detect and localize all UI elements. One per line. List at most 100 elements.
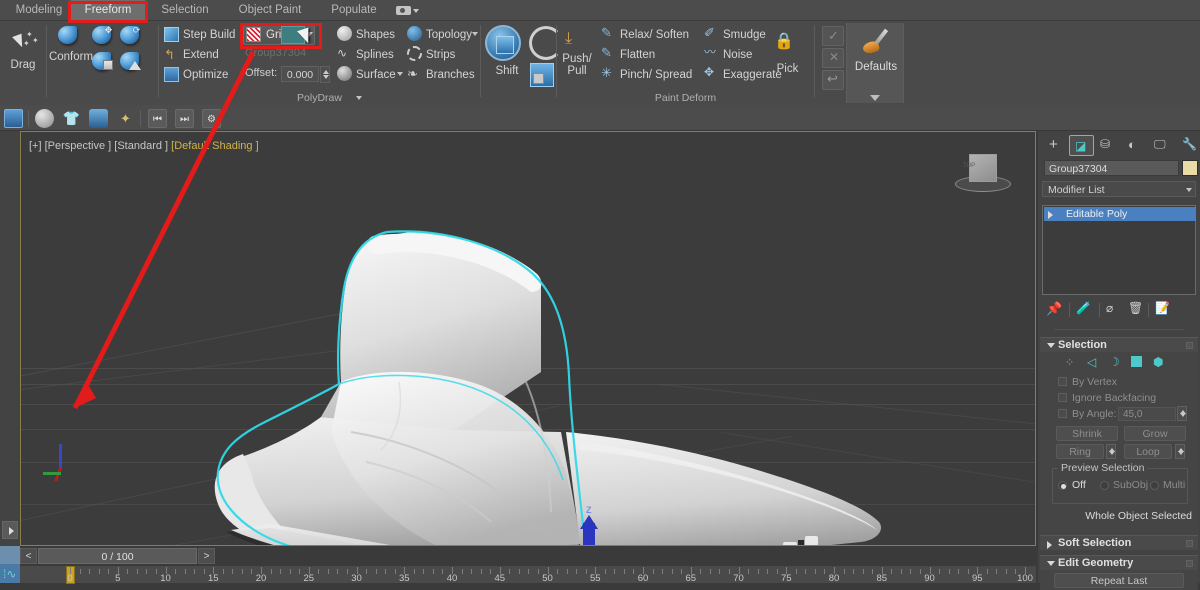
- modifier-stack-item[interactable]: Editable Poly: [1044, 207, 1196, 221]
- modifier-list-caret[interactable]: [1186, 188, 1192, 192]
- grow-button[interactable]: Grow: [1124, 426, 1186, 441]
- conform-move-icon[interactable]: ✥: [91, 25, 114, 46]
- modifier-expand-arrow[interactable]: [1048, 211, 1053, 219]
- sphere-tool-icon[interactable]: [35, 109, 54, 128]
- curve-editor-icon[interactable]: ⁞∿: [0, 565, 20, 583]
- ignore-backfacing-checkbox[interactable]: [1058, 393, 1067, 402]
- surface-item[interactable]: Surface: [356, 65, 396, 85]
- hierarchy-tab[interactable]: ⛁: [1096, 135, 1121, 156]
- display-tab[interactable]: 🖵: [1150, 135, 1175, 156]
- topology-item[interactable]: Topology: [426, 25, 472, 45]
- cancel-button[interactable]: ✕: [822, 48, 844, 68]
- pin-stack-icon[interactable]: 📌: [1046, 301, 1064, 319]
- scene-explorer-icon[interactable]: [4, 109, 23, 128]
- rollout-selection-triangle[interactable]: [1047, 343, 1055, 348]
- tab-freeform[interactable]: Freeform: [70, 0, 146, 21]
- rollout-soft-selection-dot[interactable]: [1186, 540, 1193, 547]
- shift-icon[interactable]: [485, 25, 521, 61]
- by-angle-input[interactable]: 45,0: [1118, 407, 1176, 421]
- by-vertex-checkbox[interactable]: [1058, 377, 1067, 386]
- element-icon[interactable]: ⬢: [1153, 355, 1170, 371]
- rollout-edit-geometry-dot[interactable]: [1186, 560, 1193, 567]
- tab-modeling[interactable]: Modeling: [8, 0, 70, 21]
- rollout-selection-header[interactable]: Selection: [1040, 337, 1198, 352]
- optimize-item[interactable]: Optimize: [183, 65, 228, 85]
- vertex-icon[interactable]: ⁘: [1065, 356, 1082, 372]
- pinch-spread-item[interactable]: Pinch/ Spread: [620, 65, 692, 85]
- by-angle-checkbox[interactable]: [1058, 409, 1067, 418]
- rollout-edit-geometry-triangle[interactable]: [1047, 561, 1055, 566]
- strips-item[interactable]: Strips: [426, 45, 455, 65]
- polygon-icon[interactable]: [1131, 356, 1142, 367]
- border-icon[interactable]: ☽: [1109, 355, 1126, 371]
- loop-spinner[interactable]: [1175, 444, 1185, 459]
- particle-tool-icon[interactable]: ✦: [116, 109, 135, 128]
- shoe-model[interactable]: [21, 132, 1036, 546]
- preview-subobj-radio[interactable]: [1100, 481, 1109, 490]
- camera-tool-icon[interactable]: [89, 109, 108, 128]
- conform-push-icon[interactable]: [119, 51, 142, 72]
- noise-item[interactable]: Noise: [723, 45, 752, 65]
- utilities-tab[interactable]: 🔧: [1177, 135, 1200, 156]
- remove-modifier-icon[interactable]: 🗑: [1128, 301, 1146, 319]
- motion-tab[interactable]: ◐: [1123, 135, 1148, 156]
- next-frame-button[interactable]: >: [198, 548, 215, 564]
- camera-icon[interactable]: [396, 4, 419, 17]
- show-end-result-icon[interactable]: 🧪: [1076, 301, 1094, 319]
- modifier-stack[interactable]: Editable Poly: [1042, 205, 1196, 295]
- offset-spinner[interactable]: [320, 66, 330, 83]
- left-flyout-button[interactable]: [2, 521, 18, 539]
- transform-gizmo[interactable]: Z X: [577, 505, 647, 545]
- preview-multi-radio[interactable]: [1150, 481, 1159, 490]
- topology-dropdown-caret[interactable]: [472, 32, 478, 36]
- tab-object-paint[interactable]: Object Paint: [228, 0, 312, 21]
- shapes-item[interactable]: Shapes: [356, 25, 395, 45]
- rollout-edit-geometry-header[interactable]: Edit Geometry: [1040, 555, 1198, 570]
- timeline-ruler[interactable]: 0 5 10 15 20 25 30 35 40 45 50 55 60 65 70 75 80 85 90 95 10…: [20, 565, 1036, 584]
- repeat-last-button[interactable]: Repeat Last: [1054, 573, 1184, 588]
- edge-icon[interactable]: ◁: [1087, 355, 1104, 371]
- offset-input[interactable]: 0.000: [281, 66, 319, 82]
- ring-button[interactable]: Ring: [1056, 444, 1104, 459]
- step-build-item[interactable]: Step Build: [183, 25, 235, 45]
- ring-spinner[interactable]: [1106, 444, 1116, 459]
- modify-tab[interactable]: ◪: [1069, 135, 1094, 156]
- rollout-selection-dot[interactable]: [1186, 342, 1193, 349]
- conform-scale-icon[interactable]: [91, 51, 114, 72]
- prev-frame-button[interactable]: <: [20, 548, 37, 564]
- shirt-tool-icon[interactable]: 👕: [62, 109, 81, 128]
- shift-square-icon[interactable]: [530, 63, 554, 87]
- defaults-brush-icon[interactable]: [861, 28, 891, 59]
- configure-sets-icon[interactable]: 📝: [1155, 301, 1173, 319]
- undo-button[interactable]: ↩: [822, 70, 844, 90]
- conform-icon[interactable]: [57, 25, 80, 46]
- rollout-soft-selection-header[interactable]: Soft Selection: [1040, 535, 1198, 550]
- tab-populate[interactable]: Populate: [322, 0, 386, 21]
- surface-dropdown-caret[interactable]: [397, 72, 403, 76]
- splines-item[interactable]: Splines: [356, 45, 394, 65]
- branches-item[interactable]: Branches: [426, 65, 475, 85]
- rollout-soft-selection-triangle[interactable]: [1047, 541, 1052, 549]
- loop-button[interactable]: Loop: [1124, 444, 1172, 459]
- by-angle-spinner[interactable]: [1177, 406, 1187, 421]
- relax-soften-item[interactable]: Relax/ Soften: [620, 25, 689, 45]
- tab-selection[interactable]: Selection: [152, 0, 218, 21]
- keyframe-next-icon[interactable]: ⏭: [175, 109, 194, 128]
- drag-tool-icon[interactable]: ✦ ✦ ✦: [8, 30, 39, 56]
- frame-display[interactable]: 0 / 100: [38, 548, 197, 564]
- object-name-input[interactable]: Group37304: [1044, 160, 1179, 176]
- preview-off-radio[interactable]: [1058, 481, 1067, 490]
- keyframe-prev-icon[interactable]: ⏮: [148, 109, 167, 128]
- viewport-perspective[interactable]: [+] [Perspective ] [Standard ] [Default …: [20, 131, 1036, 546]
- polydraw-panel-caret[interactable]: [356, 96, 362, 100]
- push-pull-icon[interactable]: ⤓: [565, 31, 580, 47]
- conform-rotate-icon[interactable]: ⟳: [119, 25, 142, 46]
- keyframe-settings-icon[interactable]: ⚙: [202, 109, 221, 128]
- commit-button[interactable]: ✓: [822, 26, 844, 46]
- flatten-item[interactable]: Flatten: [620, 45, 655, 65]
- modifier-list-dropdown[interactable]: Modifier List: [1042, 181, 1196, 197]
- shrink-button[interactable]: Shrink: [1056, 426, 1118, 441]
- defaults-panel-caret[interactable]: [870, 95, 880, 101]
- make-unique-icon[interactable]: ⌀: [1106, 301, 1124, 319]
- create-tab[interactable]: +: [1042, 135, 1067, 156]
